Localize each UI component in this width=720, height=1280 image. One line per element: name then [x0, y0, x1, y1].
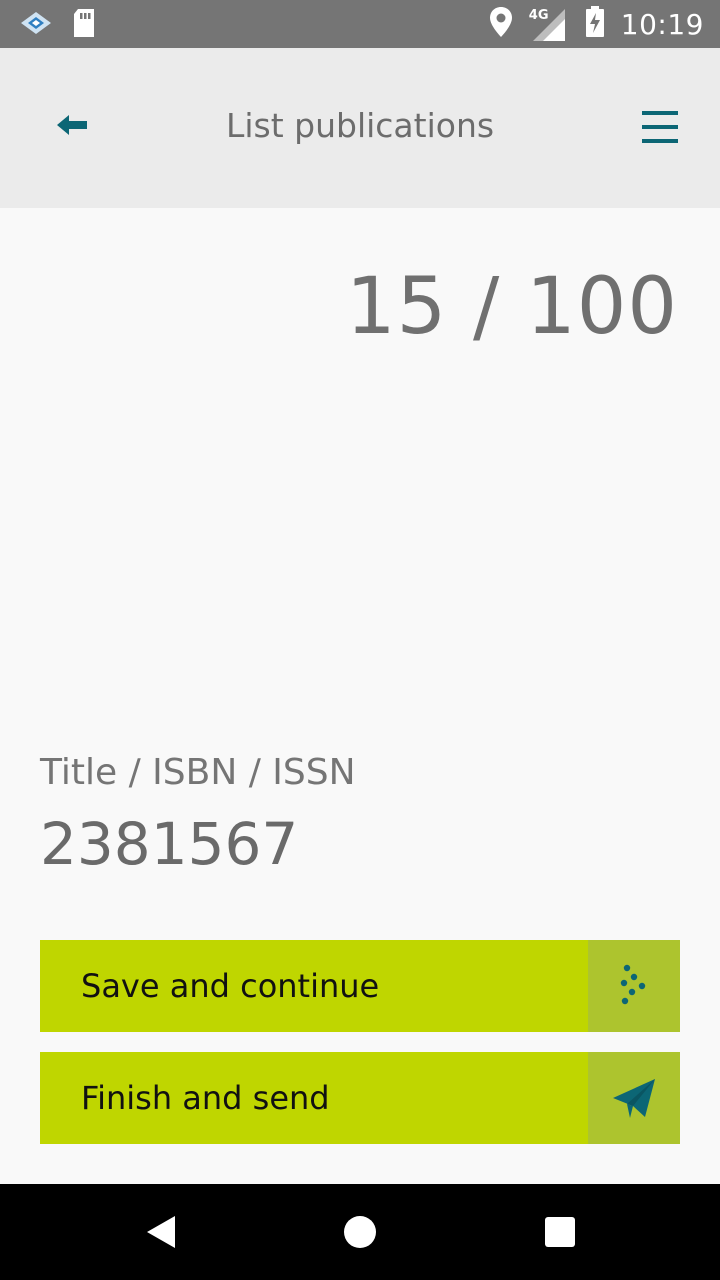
page-title: List publications	[225, 106, 495, 145]
status-time: 10:19	[620, 8, 704, 41]
finish-and-send-label: Finish and send	[81, 1079, 330, 1117]
finish-and-send-button[interactable]: Finish and send	[40, 1052, 680, 1144]
status-right: 4G 10:19	[489, 6, 704, 43]
nav-back-icon	[143, 1214, 177, 1255]
dots-continue-icon	[588, 940, 680, 1032]
sd-card-icon	[72, 8, 96, 43]
publication-counter: 15 / 100	[346, 262, 678, 352]
menu-button[interactable]	[642, 110, 678, 144]
battery-charging-icon	[585, 6, 605, 43]
nav-home-button[interactable]	[340, 1214, 380, 1254]
field-label: Title / ISBN / ISSN	[40, 752, 356, 793]
screen: 4G 10:19 List publications 15 / 100 Titl…	[0, 0, 720, 1280]
app-notification-icon	[18, 8, 54, 43]
field-value: 2381567	[40, 810, 299, 878]
location-icon	[489, 6, 513, 43]
nav-back-button[interactable]	[140, 1214, 180, 1254]
navigation-bar	[0, 1184, 720, 1280]
nav-home-icon	[342, 1214, 378, 1255]
save-and-continue-button[interactable]: Save and continue	[40, 940, 680, 1032]
hamburger-menu-icon	[642, 111, 678, 148]
network-type-label: 4G	[528, 7, 549, 23]
paper-plane-send-icon	[588, 1052, 680, 1144]
app-header: List publications	[0, 48, 720, 208]
save-and-continue-label: Save and continue	[81, 967, 380, 1005]
signal-icon: 4G	[529, 8, 569, 42]
status-bar: 4G 10:19	[0, 0, 720, 48]
nav-recent-button[interactable]	[540, 1214, 580, 1254]
nav-recent-icon	[544, 1216, 576, 1253]
status-left	[18, 8, 96, 43]
